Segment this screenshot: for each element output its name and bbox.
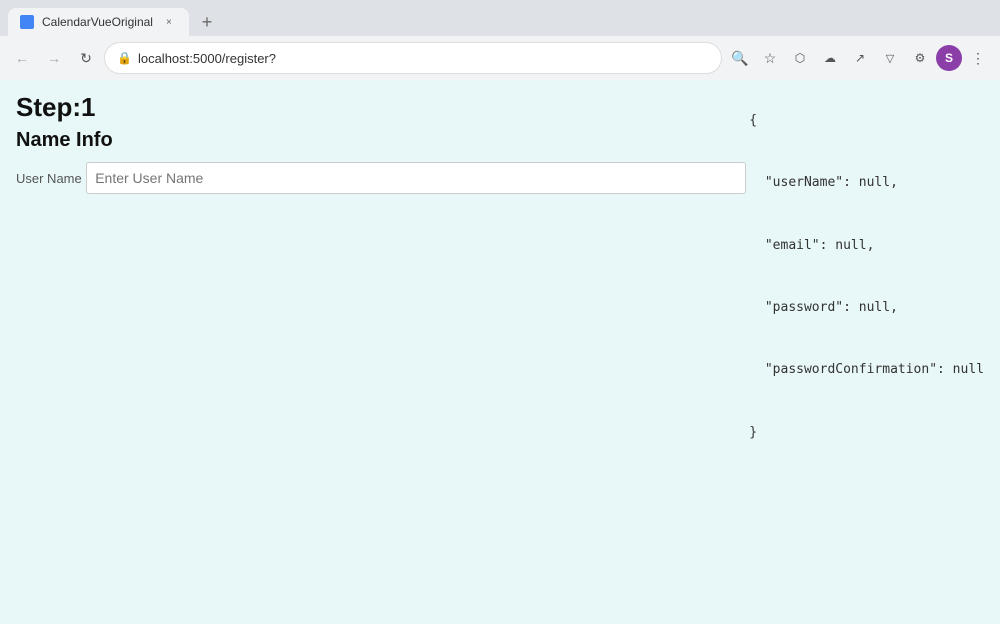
page-content: Step:1 Name Info User Name { "userName":… [0, 80, 1000, 624]
profile-avatar[interactable]: S [936, 45, 962, 71]
browser-chrome: CalendarVueOriginal × + ← → ↻ 🔒 localhos… [0, 0, 1000, 80]
lock-icon: 🔒 [117, 51, 132, 65]
json-line5: "passwordConfirmation": null [749, 362, 984, 377]
back-button[interactable]: ← [8, 44, 36, 72]
cast-icon[interactable]: ⬡ [786, 44, 814, 72]
tab-favicon [20, 15, 34, 29]
forward-button[interactable]: → [40, 44, 68, 72]
username-input[interactable] [86, 162, 746, 194]
active-tab[interactable]: CalendarVueOriginal × [8, 8, 189, 36]
tab-close-button[interactable]: × [161, 14, 177, 30]
address-bar[interactable]: 🔒 localhost:5000/register? [104, 42, 722, 74]
nav-icons-right: 🔍 ☆ ⬡ ☁ ↗ ▽ ⚙ S ⋮ [726, 44, 992, 72]
search-icon[interactable]: 🔍 [726, 44, 754, 72]
username-label: User Name [16, 171, 82, 186]
reload-button[interactable]: ↻ [72, 44, 100, 72]
json-line1: { [749, 113, 757, 128]
bookmark-icon[interactable]: ☆ [756, 44, 784, 72]
tab-label: CalendarVueOriginal [42, 15, 153, 29]
url-display: localhost:5000/register? [138, 51, 709, 66]
json-line4: "password": null, [749, 300, 898, 315]
extensions-icon[interactable]: ⚙ [906, 44, 934, 72]
filter-icon[interactable]: ▽ [876, 44, 904, 72]
json-line3: "email": null, [749, 238, 874, 253]
more-options-icon[interactable]: ⋮ [964, 44, 992, 72]
new-tab-button[interactable]: + [193, 8, 221, 36]
tab-bar: CalendarVueOriginal × + [0, 0, 1000, 36]
nav-bar: ← → ↻ 🔒 localhost:5000/register? 🔍 ☆ ⬡ ☁… [0, 36, 1000, 80]
json-line6: } [749, 425, 757, 440]
cloud-icon[interactable]: ☁ [816, 44, 844, 72]
json-line2: "userName": null, [749, 175, 898, 190]
share-icon[interactable]: ↗ [846, 44, 874, 72]
json-debug-panel: { "userName": null, "email": null, "pass… [718, 90, 984, 464]
